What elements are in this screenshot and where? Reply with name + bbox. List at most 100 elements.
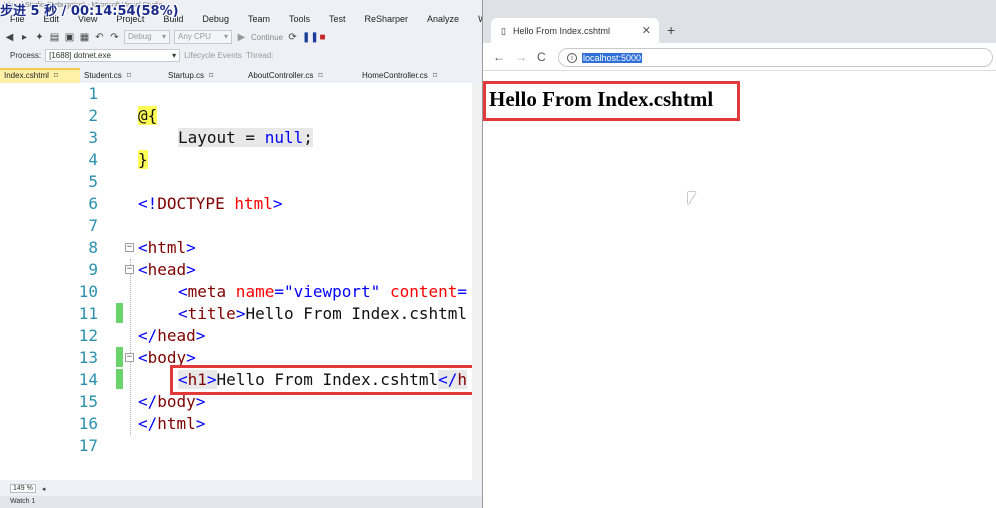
screen: Visual Studio (Debugging) - Microsoft Vi… [0,0,996,508]
change-indicator [116,369,123,389]
zoom-level[interactable]: 149 % [10,484,36,493]
save-all-icon[interactable]: ▦ [79,32,90,43]
code-line[interactable]: 4} [0,149,482,171]
code-token: </ [138,414,158,433]
forward-arrow-icon[interactable]: → [515,50,527,64]
save-icon[interactable]: ▣ [64,32,75,43]
pause-icon[interactable]: ❚❚ [302,32,319,43]
configuration-dropdown[interactable]: Debug ▾ [124,30,170,44]
code-line[interactable]: 2 @{ [0,105,482,127]
line-number: 16 [78,414,98,433]
new-tab-icon[interactable]: + [667,22,675,38]
info-icon[interactable]: i [567,52,577,63]
open-folder-icon[interactable]: ▤ [49,32,60,43]
new-project-icon[interactable]: ✦ [34,32,45,43]
menu-item-team[interactable]: Team [238,12,279,27]
code-token: > [235,304,246,323]
pin-icon[interactable]: ⌑ [318,68,322,83]
refresh-icon[interactable]: ⟳ [287,32,298,43]
code-text: <head> [138,259,196,281]
code-line[interactable]: 10 <meta name="viewport" content= [0,281,482,303]
thread-label: Thread: [245,51,274,60]
code-line[interactable]: 7 [0,215,482,237]
code-token: < [138,348,148,367]
url-text[interactable]: localhost:5000 [582,52,643,63]
back-arrow-icon[interactable]: ← [493,50,505,64]
pin-icon[interactable]: ⌑ [209,68,213,83]
document-tabs: Index.cshtml ⌑ Student.cs ⌑ Startup.cs ⌑ About… [0,68,482,83]
mouse-cursor-icon [688,192,696,205]
stop-icon[interactable]: ■ [317,32,328,43]
undo-icon[interactable]: ↶ [94,32,105,43]
code-token: > [186,260,196,279]
code-token: Hello From Index.cshtml [245,304,468,323]
code-line[interactable]: 1 [0,83,482,105]
scroll-left-icon[interactable]: ◂ [42,485,46,493]
code-line[interactable]: 6 <!DOCTYPE html> [0,193,482,215]
line-number: 10 [78,282,98,301]
code-line[interactable]: 8 − <html> [0,237,482,259]
code-line[interactable]: 17 [0,435,482,457]
continue-icon[interactable]: ▶ [236,32,247,43]
code-line[interactable]: 11 <title>Hello From Index.cshtml [0,303,482,325]
line-number: 1 [88,84,98,103]
watch-panel-tab[interactable]: Watch 1 [0,496,482,508]
line-number: 2 [88,106,98,125]
menu-item-analyze[interactable]: Analyze [417,12,468,27]
code-token: title [187,304,236,323]
platform-dropdown[interactable]: Any CPU ▾ [174,30,232,44]
code-line[interactable]: 16 </html> [0,413,482,435]
code-text: <html> [138,237,196,259]
code-token: </ [138,326,158,345]
lifecycle-events-label[interactable]: Lifecycle Events [184,51,242,60]
line-number: 3 [88,128,98,147]
line-number: 9 [88,260,98,279]
collapse-icon[interactable]: − [125,243,134,252]
debug-location-bar: Process: [1688] dotnet.exe ▾ Lifecycle Ev… [0,47,482,64]
menu-item-tools[interactable]: Tools [279,12,319,27]
browser-tab[interactable]: ▯ Hello From Index.cshtml ✕ [491,18,659,44]
tab-startup-cs[interactable]: Startup.cs ⌑ [164,68,244,83]
forward-nav-icon[interactable]: ▸ [19,32,30,43]
editor-scrollbar[interactable] [472,83,482,480]
code-highlight-box [170,365,482,395]
tab-aboutcontroller-cs[interactable]: AboutController.cs ⌑ [244,68,358,83]
continue-button[interactable]: Continue [251,33,283,42]
code-token: < [178,304,188,323]
page-content: Hello From Index.cshtml [483,72,996,508]
tab-student-cs[interactable]: Student.cs ⌑ [80,68,164,83]
code-text: </head> [138,325,205,347]
code-token: <! [138,194,158,213]
code-line[interactable]: 12 </head> [0,325,482,347]
code-token: DOCTYPE [157,194,225,213]
menu-item-debug[interactable]: Debug [192,12,238,27]
redo-icon[interactable]: ↷ [109,32,120,43]
browser-toolbar: ← → C i localhost:5000 [483,43,996,71]
code-text: } [138,149,148,171]
reload-icon[interactable]: C [537,50,546,64]
address-bar[interactable]: i localhost:5000 [558,48,993,67]
process-label: Process: [10,51,42,60]
collapse-icon[interactable]: − [125,353,134,362]
line-number: 7 [88,216,98,235]
collapse-icon[interactable]: − [125,265,134,274]
code-line[interactable]: 9 − <head> [0,259,482,281]
code-token: html [224,194,273,213]
line-number: 6 [88,194,98,213]
code-editor[interactable]: 1 2 @{3 Layout = null; 4} 5 6 <!DOCTYPE html > 7 8… [0,83,482,480]
tab-index-cshtml[interactable]: Index.cshtml ⌑ [0,68,80,83]
tab-homecontroller-cs[interactable]: HomeController.cs ⌑ [358,68,468,83]
process-dropdown[interactable]: [1688] dotnet.exe ▾ [45,49,181,62]
close-tab-icon[interactable]: ✕ [642,24,651,37]
pin-icon[interactable]: ⌑ [54,70,58,83]
pin-icon[interactable]: ⌑ [433,68,437,83]
code-line[interactable]: 3 Layout = null; [0,127,482,149]
pin-icon[interactable]: ⌑ [127,68,131,83]
code-token: = [457,282,468,301]
line-number: 15 [78,392,98,411]
back-nav-icon[interactable]: ◀ [4,32,15,43]
tab-label: Index.cshtml [4,71,49,80]
menu-item-test[interactable]: Test [319,12,355,27]
menu-item-resharper[interactable]: ReSharper [355,12,418,27]
code-line[interactable]: 5 [0,171,482,193]
